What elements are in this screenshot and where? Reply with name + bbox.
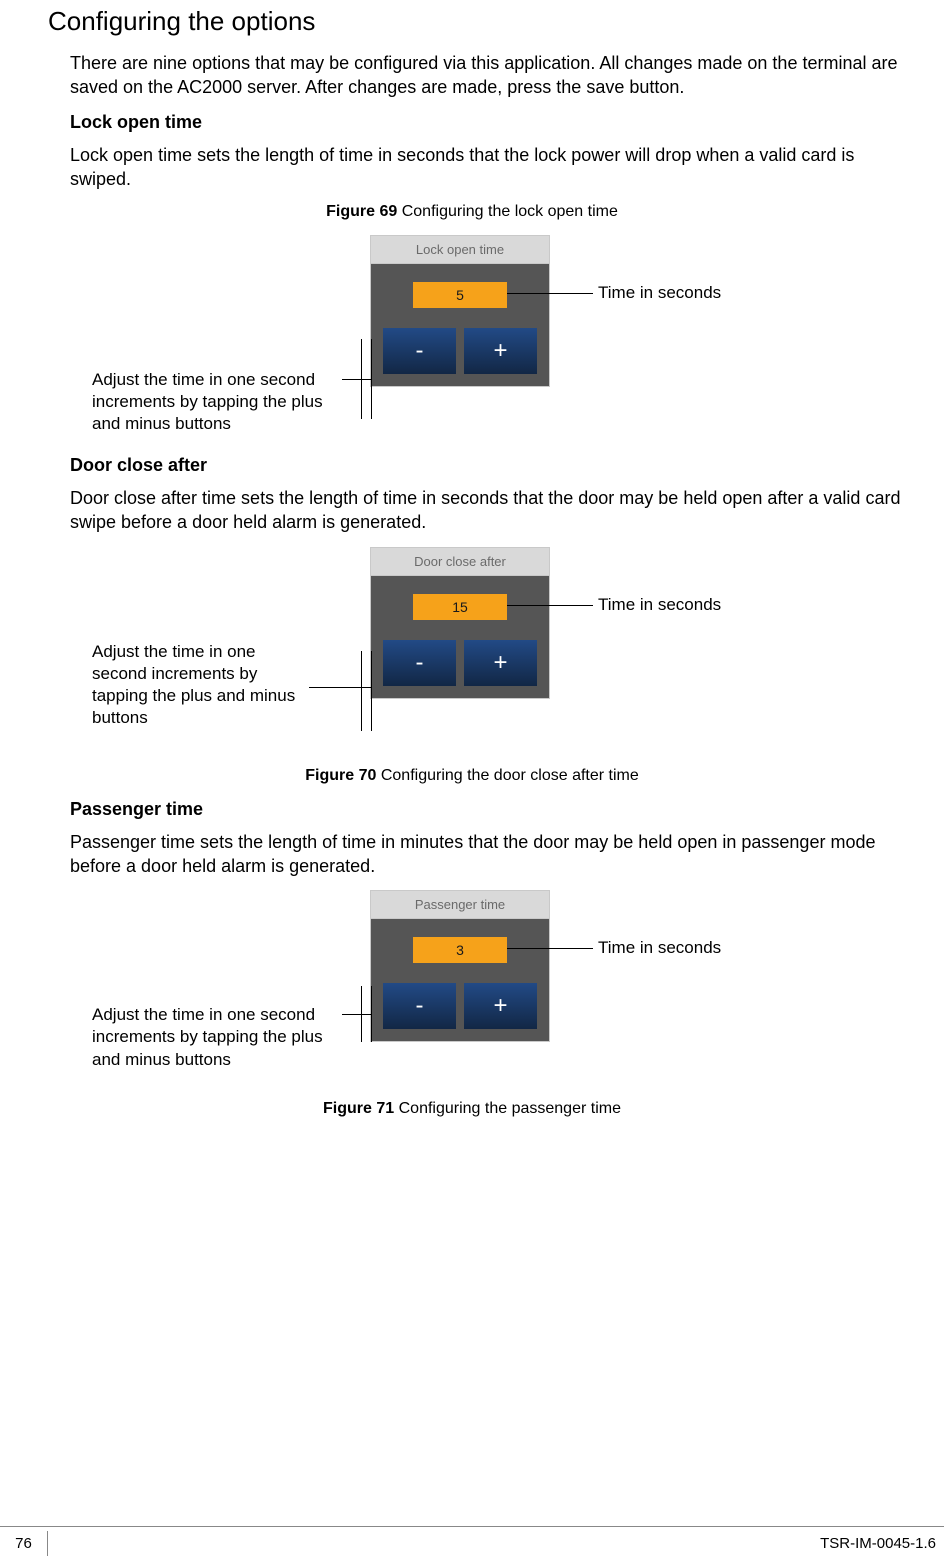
lead-line-vertical bbox=[371, 651, 372, 731]
callout-time-in-seconds: Time in seconds bbox=[598, 283, 721, 303]
page-number: 76 bbox=[0, 1531, 48, 1556]
minus-button[interactable]: - bbox=[383, 983, 456, 1029]
door-close-value: 15 bbox=[413, 594, 507, 620]
figure-69-text: Configuring the lock open time bbox=[397, 203, 618, 220]
lock-open-widget: Lock open time 5 - + bbox=[370, 235, 550, 387]
door-close-widget-body: 15 - + bbox=[371, 576, 549, 698]
callout-time-in-seconds: Time in seconds bbox=[598, 595, 721, 615]
lock-open-widget-body: 5 - + bbox=[371, 264, 549, 386]
figure-70-num: Figure 70 bbox=[305, 767, 376, 784]
lock-open-value: 5 bbox=[413, 282, 507, 308]
lead-line bbox=[507, 605, 593, 606]
figure-69-num: Figure 69 bbox=[326, 203, 397, 220]
minus-button[interactable]: - bbox=[383, 328, 456, 374]
lead-line bbox=[342, 1014, 372, 1015]
lead-line bbox=[507, 293, 593, 294]
lock-open-widget-title: Lock open time bbox=[371, 236, 549, 264]
callout-time-in-seconds: Time in seconds bbox=[598, 938, 721, 958]
passenger-widget: Passenger time 3 - + bbox=[370, 890, 550, 1042]
figure-70-text: Configuring the door close after time bbox=[376, 767, 638, 784]
lead-line bbox=[342, 379, 372, 380]
figure-71-text: Configuring the passenger time bbox=[394, 1100, 621, 1117]
figure-69: Lock open time 5 - + Time in seconds Adj… bbox=[70, 235, 904, 435]
footer: 76 TSR-IM-0045-1.6 bbox=[0, 1526, 944, 1556]
callout-adjust-buttons: Adjust the time in one second increments… bbox=[92, 369, 344, 435]
lead-line bbox=[507, 948, 593, 949]
passenger-value: 3 bbox=[413, 937, 507, 963]
lead-line-vertical bbox=[371, 986, 372, 1042]
callout-adjust-buttons: Adjust the time in one second increments… bbox=[92, 1004, 344, 1070]
lock-open-heading: Lock open time bbox=[70, 112, 904, 133]
lead-line-vertical bbox=[371, 339, 372, 419]
page-title: Configuring the options bbox=[48, 6, 904, 37]
minus-button[interactable]: - bbox=[383, 640, 456, 686]
plus-button[interactable]: + bbox=[464, 640, 537, 686]
intro-text: There are nine options that may be confi… bbox=[70, 51, 904, 100]
passenger-widget-body: 3 - + bbox=[371, 919, 549, 1041]
lead-line-vertical bbox=[361, 651, 362, 731]
lead-line-vertical bbox=[361, 339, 362, 419]
door-close-widget: Door close after 15 - + bbox=[370, 547, 550, 699]
figure-69-caption: Figure 69 Configuring the lock open time bbox=[40, 203, 904, 221]
door-close-widget-title: Door close after bbox=[371, 548, 549, 576]
plus-button[interactable]: + bbox=[464, 328, 537, 374]
figure-70: Door close after 15 - + Time in seconds … bbox=[70, 547, 904, 747]
document-id: TSR-IM-0045-1.6 bbox=[48, 1531, 944, 1556]
figure-70-caption: Figure 70 Configuring the door close aft… bbox=[40, 767, 904, 785]
passenger-text: Passenger time sets the length of time i… bbox=[70, 830, 904, 879]
lock-open-text: Lock open time sets the length of time i… bbox=[70, 143, 904, 192]
lead-line-vertical bbox=[361, 986, 362, 1042]
passenger-widget-title: Passenger time bbox=[371, 891, 549, 919]
callout-adjust-buttons: Adjust the time in one second increments… bbox=[92, 641, 312, 729]
figure-71-num: Figure 71 bbox=[323, 1100, 394, 1117]
door-close-text: Door close after time sets the length of… bbox=[70, 486, 904, 535]
figure-71-caption: Figure 71 Configuring the passenger time bbox=[40, 1100, 904, 1118]
door-close-heading: Door close after bbox=[70, 455, 904, 476]
plus-button[interactable]: + bbox=[464, 983, 537, 1029]
figure-71: Passenger time 3 - + Time in seconds Adj… bbox=[70, 890, 904, 1080]
passenger-heading: Passenger time bbox=[70, 799, 904, 820]
